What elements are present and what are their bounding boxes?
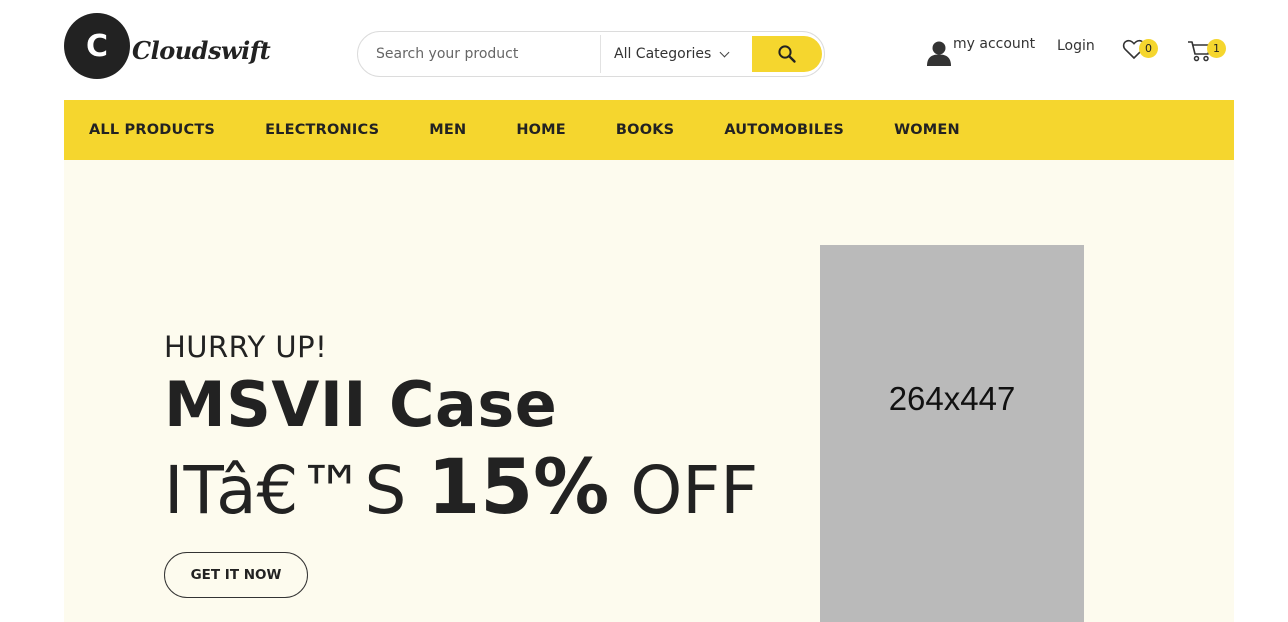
hero-title: MSVII Case	[164, 368, 558, 441]
category-select[interactable]: All Categories	[601, 32, 751, 76]
hero-eyebrow: HURRY UP!	[164, 330, 328, 364]
chevron-down-icon	[719, 47, 730, 57]
search-bar: All Categories	[357, 31, 825, 77]
nav-item-men[interactable]: MEN	[429, 122, 466, 138]
user-icon	[927, 41, 951, 66]
search-button[interactable]	[752, 36, 822, 72]
nav-item-home[interactable]: HOME	[516, 122, 566, 138]
site-header: C Cloudswift All Categories my account L…	[0, 0, 1288, 100]
wishlist-button[interactable]: 0	[1122, 36, 1162, 64]
login-link[interactable]: Login	[1057, 38, 1095, 54]
hero-offer: ITâ€™S 15% OFF	[164, 442, 758, 531]
my-account-label: my account	[953, 36, 1036, 52]
nav-item-all-products[interactable]: ALL PRODUCTS	[89, 122, 215, 138]
nav-item-women[interactable]: WOMEN	[894, 122, 960, 138]
cart-count-badge: 1	[1207, 39, 1226, 58]
cart-button[interactable]: 1	[1187, 38, 1229, 64]
nav-item-electronics[interactable]: ELECTRONICS	[265, 122, 379, 138]
logo-badge: C	[64, 13, 130, 79]
my-account-link[interactable]: my account	[926, 36, 1035, 66]
category-select-label: All Categories	[614, 46, 712, 62]
offer-prefix: ITâ€™S	[164, 452, 407, 529]
hero-banner: HURRY UP! MSVII Case ITâ€™S 15% OFF GET …	[64, 160, 1234, 622]
offer-percent: 15%	[427, 442, 610, 531]
get-it-now-button[interactable]: GET IT NOW	[164, 552, 308, 598]
logo-text: Cloudswift	[132, 35, 271, 65]
hero-product-image: 264x447	[820, 245, 1084, 622]
main-nav: ALL PRODUCTS ELECTRONICS MEN HOME BOOKS …	[64, 100, 1234, 160]
nav-item-books[interactable]: BOOKS	[616, 122, 674, 138]
nav-item-automobiles[interactable]: AUTOMOBILES	[724, 122, 844, 138]
image-placeholder-label: 264x447	[888, 379, 1016, 417]
search-icon	[778, 45, 796, 63]
offer-suffix: OFF	[630, 452, 759, 529]
logo[interactable]: C Cloudswift	[64, 13, 271, 79]
search-input[interactable]	[358, 32, 600, 76]
wishlist-count-badge: 0	[1139, 39, 1158, 58]
